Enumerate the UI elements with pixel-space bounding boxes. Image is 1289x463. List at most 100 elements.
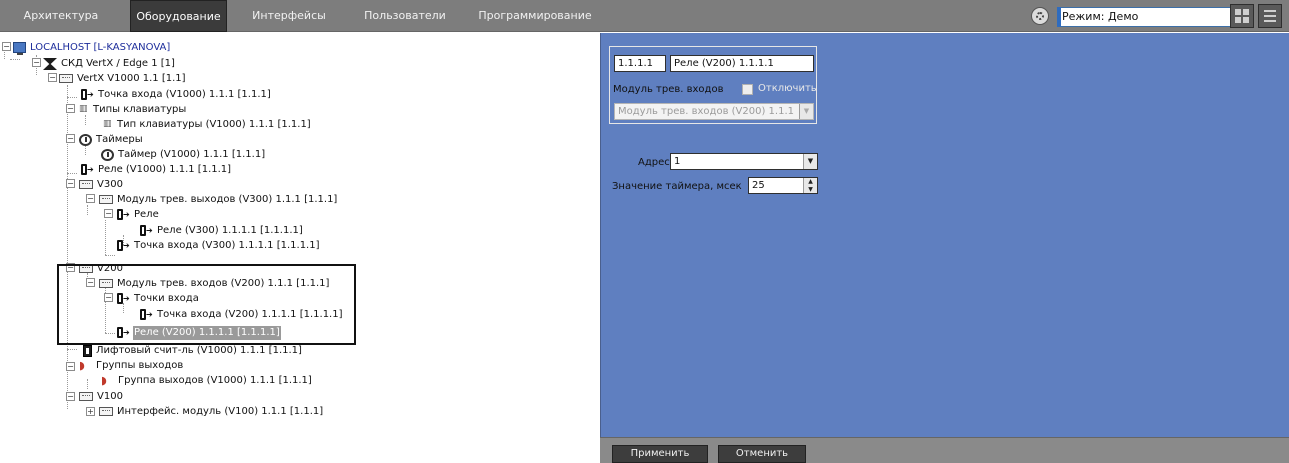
- lift-reader-icon: [83, 345, 92, 357]
- tree-connector: [67, 97, 77, 98]
- tab-equipment[interactable]: Оборудование: [130, 0, 227, 32]
- tree-node-label: Тип клавиатуры (V1000) 1.1.1 [1.1.1]: [117, 119, 311, 130]
- parent-select[interactable]: Модуль трев. входов (V200) 1.1.1 ▼: [614, 103, 814, 120]
- tree-node-timers[interactable]: Таймеры: [79, 133, 144, 147]
- collapse-icon[interactable]: −: [66, 392, 75, 401]
- collapse-icon[interactable]: −: [86, 194, 95, 203]
- collapse-icon[interactable]: −: [66, 179, 75, 188]
- tree-node-relay-v200[interactable]: Реле (V200) 1.1.1.1 [1.1.1.1]: [117, 326, 281, 340]
- tree-node-keypad-types[interactable]: ▥ Типы клавиатуры: [79, 103, 187, 117]
- equipment-tree: − − − − − − − − − − − − − + LOCALHOST [L…: [0, 33, 599, 463]
- tree-node-entry-point-v1000[interactable]: Точка входа (V1000) 1.1.1 [1.1.1]: [81, 88, 272, 102]
- tree-connector: [87, 205, 88, 215]
- address-select[interactable]: 1 ▼: [670, 153, 818, 170]
- tree-node-v200[interactable]: V200: [79, 262, 124, 276]
- tree-connector: [10, 59, 20, 60]
- object-name-field[interactable]: Реле (V200) 1.1.1.1: [670, 55, 814, 72]
- chevron-down-icon: ▼: [799, 104, 813, 119]
- stepper-arrows-icon[interactable]: ▲ ▼: [803, 178, 817, 193]
- apply-button[interactable]: Применить: [612, 445, 708, 463]
- tree-connector: [105, 220, 106, 255]
- tree-node-input-module-v200[interactable]: Модуль трев. входов (V200) 1.1.1 [1.1.1]: [99, 277, 330, 291]
- tree-connector: [67, 349, 77, 350]
- object-header-group: 1.1.1.1 Реле (V200) 1.1.1.1 Модуль трев.…: [609, 46, 817, 124]
- door-icon: [81, 88, 94, 102]
- expand-icon[interactable]: +: [86, 407, 95, 416]
- tree-node-skd[interactable]: СКД VertX / Edge 1 [1]: [43, 57, 176, 71]
- tree-node-localhost[interactable]: LOCALHOST [L-KASYANOVA]: [13, 41, 171, 55]
- tree-node-label: V100: [97, 391, 123, 402]
- tree-node-entry-point-v200[interactable]: Точка входа (V200) 1.1.1.1 [1.1.1.1]: [140, 308, 344, 322]
- grid-icon: [1235, 9, 1241, 15]
- collapse-icon[interactable]: −: [104, 293, 113, 302]
- tree-node-label: Таймеры: [96, 134, 143, 145]
- mode-field[interactable]: Режим: Демо: [1057, 7, 1253, 27]
- tree-node-label: Реле: [134, 209, 159, 220]
- menu-button[interactable]: [1258, 4, 1282, 28]
- tree-node-v300[interactable]: V300: [79, 178, 124, 192]
- collapse-icon[interactable]: −: [2, 42, 11, 51]
- timer-value: 25: [752, 180, 765, 191]
- tree-node-label: V300: [97, 179, 123, 190]
- object-id-field[interactable]: 1.1.1.1: [614, 55, 666, 72]
- tree-node-label: Лифтовый счит-ль (V1000) 1.1.1 [1.1.1]: [96, 345, 302, 356]
- tab-architecture[interactable]: Архитектура: [0, 0, 122, 32]
- tree-node-label: Точки входа: [134, 293, 199, 304]
- collapse-icon[interactable]: −: [104, 209, 113, 218]
- door-icon: [81, 163, 94, 177]
- tab-interfaces[interactable]: Интерфейсы: [240, 0, 338, 32]
- board-icon: [59, 74, 73, 83]
- tree-node-timer-v1000[interactable]: Таймер (V1000) 1.1.1 [1.1.1]: [101, 148, 266, 162]
- board-icon: [99, 279, 113, 288]
- cancel-button[interactable]: Отменить: [718, 445, 806, 463]
- tree-node-label: Модуль трев. входов (V200) 1.1.1 [1.1.1]: [117, 278, 330, 289]
- keypad-icon: ▥: [79, 104, 88, 114]
- tree-node-label: Реле (V300) 1.1.1.1 [1.1.1.1]: [157, 225, 303, 236]
- timer-label: Значение таймера, мсек: [612, 181, 742, 192]
- collapse-icon[interactable]: −: [32, 58, 41, 67]
- tree-node-relay-v300[interactable]: Реле (V300) 1.1.1.1 [1.1.1.1]: [140, 224, 304, 238]
- timer-icon: [79, 134, 92, 146]
- tree-node-output-group-v1000[interactable]: ◗ Группа выходов (V1000) 1.1.1 [1.1.1]: [101, 374, 313, 388]
- chevron-down-icon: ▼: [803, 154, 817, 169]
- tree-node-label: Модуль трев. выходов (V300) 1.1.1 [1.1.1…: [117, 194, 338, 205]
- door-icon: [140, 308, 153, 322]
- tree-node-label: LOCALHOST [L-KASYANOVA]: [30, 42, 171, 53]
- output-group-icon: ◗: [101, 374, 107, 387]
- tab-users[interactable]: Пользователи: [350, 0, 460, 32]
- collapse-icon[interactable]: −: [66, 104, 75, 113]
- computer-icon: [13, 42, 26, 55]
- tree-node-interface-module-v100[interactable]: Интерфейс. модуль (V100) 1.1.1 [1.1.1]: [99, 405, 324, 419]
- top-menubar: Архитектура Оборудование Интерфейсы Поль…: [0, 0, 1289, 32]
- tree-node-label: Реле (V200) 1.1.1.1 [1.1.1.1]: [133, 326, 281, 340]
- timer-stepper[interactable]: 25 ▲ ▼: [748, 177, 818, 194]
- tree-node-keypad-type-v1000[interactable]: ▥ Тип клавиатуры (V1000) 1.1.1 [1.1.1]: [103, 118, 312, 132]
- tree-connector: [105, 255, 115, 256]
- tree-node-entry-point-v300[interactable]: Точка входа (V300) 1.1.1.1 [1.1.1.1]: [117, 239, 321, 253]
- disable-label: Отключить: [758, 83, 817, 94]
- layout-grid-button[interactable]: [1230, 4, 1254, 28]
- hamburger-icon-line: [1264, 20, 1276, 22]
- tree-node-output-module-v300[interactable]: Модуль трев. выходов (V300) 1.1.1 [1.1.1…: [99, 193, 338, 207]
- door-icon: [117, 239, 130, 253]
- tree-node-vertx-v1000[interactable]: VertX V1000 1.1 [1.1]: [59, 72, 187, 86]
- door-icon: [117, 292, 130, 306]
- collapse-icon[interactable]: −: [48, 73, 57, 82]
- tree-node-relay-v1000[interactable]: Реле (V1000) 1.1.1 [1.1.1]: [81, 163, 232, 177]
- tree-node-entry-points-v200[interactable]: Точки входа: [117, 292, 200, 306]
- disable-checkbox[interactable]: [742, 84, 753, 95]
- tree-node-label: Таймер (V1000) 1.1.1 [1.1.1]: [118, 149, 266, 160]
- tree-node-relays-v300[interactable]: Реле: [117, 208, 160, 222]
- tab-programming[interactable]: Программирование: [470, 0, 600, 32]
- collapse-icon[interactable]: −: [86, 278, 95, 287]
- collapse-icon[interactable]: −: [66, 134, 75, 143]
- tree-node-v100[interactable]: V100: [79, 390, 124, 404]
- collapse-icon[interactable]: −: [66, 362, 75, 371]
- tree-node-label: Группы выходов: [96, 360, 184, 371]
- tree-node-lift-reader-v1000[interactable]: Лифтовый счит-ль (V1000) 1.1.1 [1.1.1]: [83, 344, 303, 358]
- tree-node-label: Типы клавиатуры: [93, 104, 187, 115]
- hamburger-icon-line: [1264, 15, 1276, 17]
- tree-node-output-groups[interactable]: ◗ Группы выходов: [79, 359, 184, 373]
- tree-node-label: V200: [97, 263, 123, 274]
- collapse-icon[interactable]: −: [66, 263, 75, 272]
